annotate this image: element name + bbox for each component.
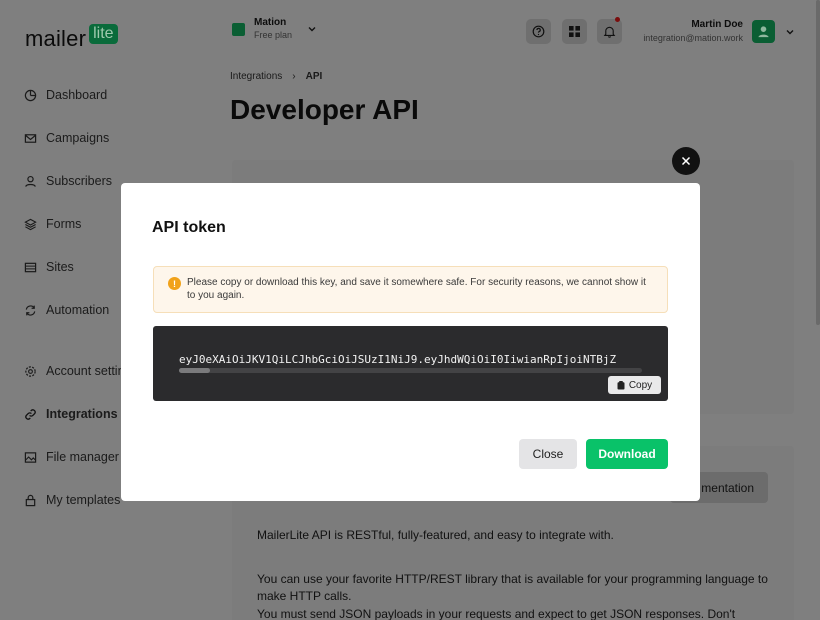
- breadcrumb: Integrations › API: [230, 71, 322, 82]
- sidebar-item-label: Campaigns: [46, 131, 110, 145]
- download-button[interactable]: Download: [586, 439, 668, 469]
- warning-alert: ! Please copy or download this key, and …: [153, 266, 668, 313]
- sidebar-item-label: Integrations: [46, 407, 118, 421]
- sidebar-item-sites[interactable]: Sites: [24, 260, 74, 274]
- api-token-value[interactable]: eyJ0eXAiOiJKV1QiLCJhbGciOiJSUzI1NiJ9.eyJ…: [179, 353, 616, 366]
- gear-icon: [25, 365, 36, 377]
- breadcrumb-current: API: [305, 71, 323, 82]
- sidebar-item-file-manager[interactable]: File manager: [24, 450, 119, 464]
- sidebar-item-subscribers[interactable]: Subscribers: [24, 174, 112, 188]
- sidebar-item-integrations[interactable]: Integrations: [24, 407, 118, 421]
- user-avatar-icon: [758, 26, 769, 38]
- sidebar-item-automation[interactable]: Automation: [24, 303, 109, 317]
- sidebar-item-my-templates[interactable]: My templates: [24, 493, 120, 507]
- logo-text: mailer: [25, 26, 87, 51]
- page-scrollbar[interactable]: [816, 0, 820, 325]
- avatar[interactable]: [752, 20, 775, 43]
- sidebar-item-label: Sites: [46, 260, 74, 274]
- token-scrollbar[interactable]: [179, 368, 642, 373]
- token-scrollbar-thumb[interactable]: [179, 368, 210, 373]
- page-title: Developer API: [230, 94, 419, 125]
- sidebar-item-label: File manager: [46, 450, 119, 464]
- api-description: MailerLite API is RESTful, fully-feature…: [257, 528, 614, 542]
- sidebar-item-campaigns[interactable]: Campaigns: [24, 131, 109, 145]
- user-name[interactable]: Martin Doe: [691, 19, 743, 30]
- user-icon: [25, 175, 36, 187]
- logo-badge: lite: [89, 24, 118, 44]
- breadcrumb-separator: ›: [292, 71, 296, 82]
- link-icon: [25, 408, 36, 420]
- image-icon: [24, 451, 37, 463]
- notifications-button[interactable]: [597, 17, 622, 44]
- layers-icon: [24, 218, 37, 230]
- api-token-modal: API token ! Please copy or download this…: [121, 183, 700, 501]
- sidebar-item-label: Subscribers: [46, 174, 112, 188]
- sidebar-item-forms[interactable]: Forms: [24, 217, 81, 231]
- api-http-paragraph: You can use your favorite HTTP/REST libr…: [257, 572, 768, 603]
- help-icon: [532, 25, 545, 38]
- sidebar-item-label: Forms: [46, 217, 82, 231]
- mailerlite-logo[interactable]: mailer lite: [25, 24, 118, 52]
- notification-dot: [615, 17, 620, 22]
- api-json-paragraph: You must send JSON payloads in your requ…: [257, 607, 736, 620]
- warning-icon: !: [168, 277, 181, 290]
- workspace-plan: Free plan: [254, 30, 293, 40]
- breadcrumb-parent[interactable]: Integrations: [230, 71, 282, 82]
- mail-icon: [24, 133, 37, 143]
- sidebar-item-label: Dashboard: [46, 88, 108, 102]
- modal-title: API token: [152, 219, 226, 236]
- modal-dismiss-button[interactable]: [672, 147, 700, 175]
- close-icon: [681, 156, 691, 166]
- close-button[interactable]: Close: [519, 439, 577, 469]
- chevron-down-icon: [308, 27, 316, 32]
- sidebar-item-label: My templates: [46, 493, 121, 507]
- sidebar-item-dashboard[interactable]: Dashboard: [24, 88, 107, 102]
- help-button[interactable]: [526, 19, 551, 44]
- workspace-switcher[interactable]: Mation Free plan: [232, 17, 317, 41]
- bell-icon: [603, 26, 616, 38]
- user-email: integration@mation.work: [643, 33, 743, 43]
- sidebar-item-label: Automation: [46, 303, 110, 317]
- workspace-name: Mation: [254, 17, 287, 28]
- user-menu-chevron-icon[interactable]: [785, 27, 795, 37]
- refresh-icon: [25, 304, 36, 316]
- browser-icon: [24, 262, 37, 272]
- copy-button[interactable]: Copy: [608, 376, 661, 394]
- lock-icon: [25, 494, 36, 506]
- grid-icon: [569, 26, 580, 37]
- alert-text: Please copy or download this key, and sa…: [187, 277, 646, 301]
- clipboard-icon: [617, 380, 625, 389]
- copy-label: Copy: [628, 379, 653, 391]
- api-token-box: eyJ0eXAiOiJKV1QiLCJhbGciOiJSUzI1NiJ9.eyJ…: [153, 326, 668, 401]
- apps-button[interactable]: [562, 19, 587, 44]
- dashboard-icon: [24, 89, 37, 101]
- workspace-flag-icon: [232, 22, 245, 36]
